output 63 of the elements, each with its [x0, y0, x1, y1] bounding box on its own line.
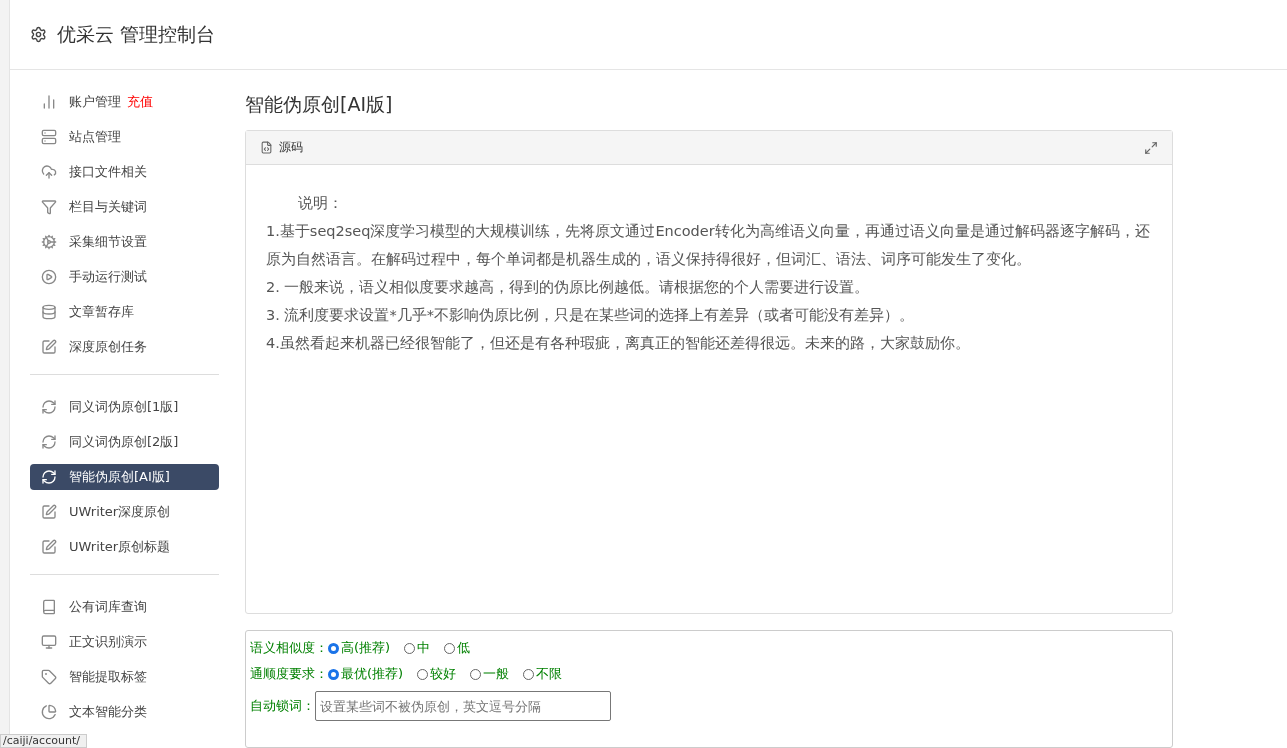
settings-icon — [30, 26, 47, 43]
sidebar-item[interactable]: 同义词伪原创[1版] — [30, 393, 219, 420]
sidebar-item[interactable]: 手动运行测试 — [30, 263, 219, 290]
radio-button[interactable] — [404, 642, 416, 654]
option-label: 语义相似度： — [250, 639, 328, 657]
radio-option[interactable]: 较好 — [417, 665, 457, 683]
sidebar-item[interactable]: 账户管理 充值 — [30, 88, 219, 115]
fullscreen-icon[interactable] — [1144, 140, 1158, 155]
lock-words-label: 自动锁词： — [250, 697, 315, 715]
url-tooltip: /caiji/account/ — [0, 734, 87, 748]
page-title: 智能伪原创[AI版] — [245, 92, 394, 117]
sidebar-item[interactable]: 采集细节设置 — [30, 228, 219, 255]
description-text: 4.虽然看起来机器已经很智能了，但还是有各种瑕疵，离真正的智能还差得很远。未来的路，大家鼓励你。 — [266, 334, 971, 353]
sidebar-item[interactable]: UWriter原创标题 — [30, 533, 219, 560]
sidebar-item[interactable]: 文本智能分类 — [30, 698, 219, 725]
book-icon — [41, 598, 57, 615]
sidebar-item[interactable]: 深度原创任务 — [30, 333, 219, 360]
play-icon — [41, 268, 57, 285]
sidebar-item[interactable]: UWriter深度原创 — [30, 498, 219, 525]
radio-button[interactable] — [470, 668, 482, 680]
bar-chart-icon — [41, 93, 57, 110]
radio-option[interactable]: 低 — [444, 639, 471, 657]
refresh-icon — [41, 398, 57, 415]
cloud-upload-icon — [41, 163, 57, 180]
radio-button[interactable] — [417, 668, 429, 680]
edit-icon — [41, 503, 57, 520]
radio-option[interactable]: 一般 — [470, 665, 510, 683]
edit-icon — [41, 538, 57, 555]
monitor-icon — [41, 633, 57, 650]
file-code-icon — [260, 141, 273, 154]
sidebar-item[interactable]: 智能提取标签 — [30, 663, 219, 690]
sidebar-item[interactable]: 接口文件相关 — [30, 158, 219, 185]
radio-option[interactable]: 最优(推荐) — [328, 665, 404, 683]
radio-option[interactable]: 高(推荐) — [328, 639, 391, 657]
filter-icon — [41, 198, 57, 215]
recharge-link[interactable]: 充值 — [127, 92, 153, 111]
refresh-icon — [41, 433, 57, 450]
sidebar-item[interactable]: 文章暂存库 — [30, 298, 219, 325]
refresh-icon — [41, 468, 57, 485]
console-title: 优采云 管理控制台 — [57, 21, 216, 47]
description-text: 2. 一般来说，语义相似度要求越高，得到的伪原比例越低。请根据您的个人需要进行设置。 — [266, 278, 871, 297]
radio-button[interactable] — [328, 642, 339, 654]
tag-icon — [41, 668, 57, 685]
server-icon — [41, 128, 57, 145]
radio-button[interactable] — [328, 668, 339, 680]
sidebar-item[interactable]: 栏目与关键词 — [30, 193, 219, 220]
sidebar-item[interactable]: 正文识别演示 — [30, 628, 219, 655]
description-text: 3. 流利度要求设置*几乎*不影响伪原比例，只是在某些词的选择上有差异（或者可能没有差异）。 — [266, 306, 915, 325]
sidebar-item[interactable]: 公有词库查询 — [30, 593, 219, 620]
sidebar-item[interactable]: 智能伪原创[AI版] — [30, 463, 219, 490]
description-text: 1.基于seq2seq深度学习模型的大规模训练，先将原文通过Encoder转化为高维语义向量，再通过语义向量是通过解码器逐字解码，还原为自然语言。在解码过程中，每个单词都是机器生成的，语义保持得很好，但词汇、语法、词序可能发生了变化。 — [266, 222, 1151, 269]
lock-words-field[interactable]: 设置某些词不被伪原创，英文逗号分隔 — [315, 691, 611, 721]
sidebar-item[interactable]: 站点管理 — [30, 123, 219, 150]
pie-chart-icon — [41, 703, 57, 720]
sidebar-item[interactable]: 同义词伪原创[2版] — [30, 428, 219, 455]
edit-icon — [41, 338, 57, 355]
radio-option[interactable]: 中 — [404, 639, 431, 657]
radio-option[interactable]: 不限 — [523, 665, 563, 683]
radio-button[interactable] — [444, 642, 456, 654]
description-text: 说明： — [297, 194, 344, 213]
radio-button[interactable] — [523, 668, 535, 680]
option-label: 通顺度要求： — [250, 665, 328, 683]
database-icon — [41, 303, 57, 320]
